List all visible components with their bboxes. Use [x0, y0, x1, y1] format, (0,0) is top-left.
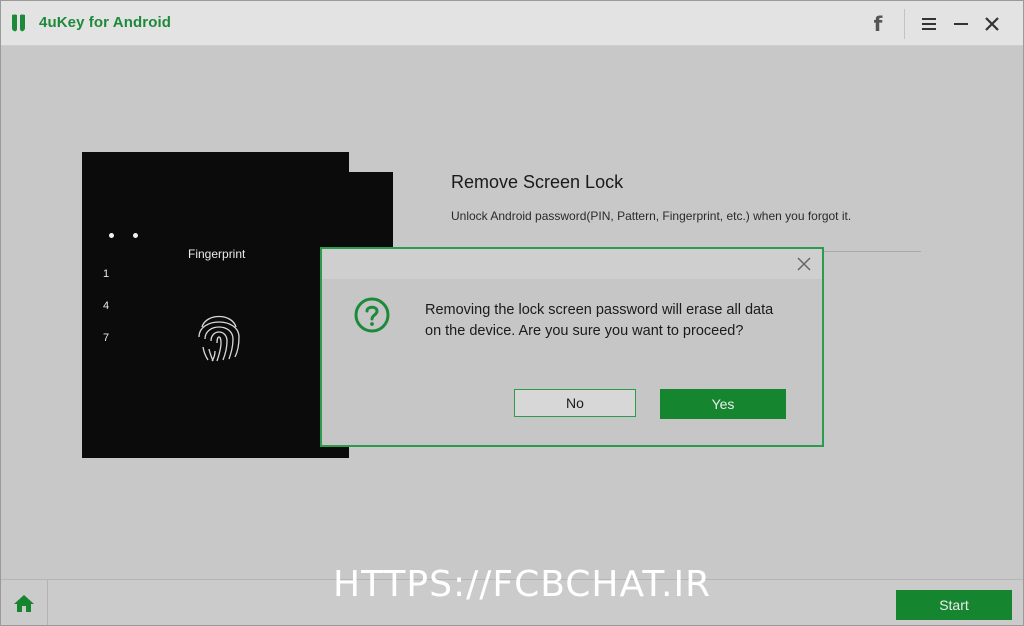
title-bar: 4uKey for Android f [1, 1, 1023, 46]
home-button[interactable] [1, 580, 48, 625]
minimize-icon[interactable] [948, 11, 974, 37]
keypad-key: 7 [103, 332, 110, 344]
pattern-dot [109, 233, 114, 238]
home-icon [14, 595, 34, 612]
facebook-icon[interactable]: f [865, 11, 891, 37]
main-content: 1 4 7 Fingerprint Remove Screen Lock Unl… [1, 46, 1023, 579]
app-window: 4uKey for Android f 1 4 7 Fingerprint Re… [0, 0, 1024, 626]
yes-button[interactable]: Yes [660, 389, 786, 419]
watermark-text: HTTPS://FCBCHAT.IR [333, 564, 712, 605]
dialog-header [322, 249, 822, 279]
feature-description: Unlock Android password(PIN, Pattern, Fi… [451, 209, 852, 223]
question-icon [354, 297, 390, 333]
fingerprint-icon [198, 315, 240, 362]
bottom-bar: HTTPS://FCBCHAT.IR Start [1, 564, 1023, 625]
feature-title: Remove Screen Lock [451, 172, 624, 192]
start-button[interactable]: Start [896, 590, 1012, 620]
phone-front-fingerprint: Fingerprint [139, 171, 298, 439]
close-icon[interactable] [979, 11, 1005, 37]
fingerprint-label: Fingerprint [188, 247, 246, 261]
pattern-dot [133, 233, 138, 238]
confirm-dialog: Removing the lock screen password will e… [320, 247, 824, 447]
titlebar-divider [904, 9, 905, 39]
no-button[interactable]: No [514, 389, 636, 417]
dialog-close-icon[interactable] [794, 254, 814, 274]
menu-icon[interactable] [916, 11, 942, 37]
keypad-key: 1 [103, 268, 110, 280]
dialog-message: Removing the lock screen password will e… [425, 302, 774, 339]
keypad-key: 4 [103, 300, 110, 312]
app-title: 4uKey for Android [39, 14, 171, 31]
app-logo-icon [12, 14, 25, 32]
